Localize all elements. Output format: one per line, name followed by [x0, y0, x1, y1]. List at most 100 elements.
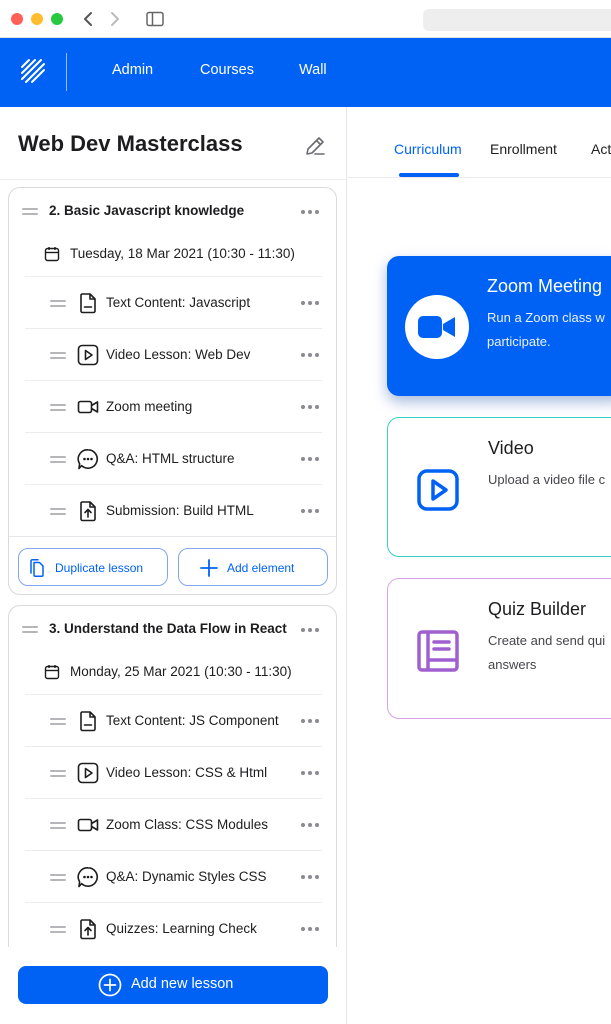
more-options-icon[interactable]: [301, 456, 321, 462]
zoom-badge: [405, 295, 469, 359]
upload-file-icon: [80, 501, 96, 522]
more-options-icon[interactable]: [301, 926, 321, 932]
add-lesson-bar: Add new lesson: [0, 947, 346, 1024]
video-play-icon: [417, 469, 459, 511]
drag-handle-icon[interactable]: [50, 716, 66, 726]
top-navigation-bar: Admin Courses Wall: [0, 38, 611, 107]
more-options-icon[interactable]: [301, 627, 321, 633]
tab-enrollment[interactable]: Enrollment: [490, 141, 557, 157]
upload-file-icon: [80, 919, 96, 940]
divider: [0, 179, 347, 180]
more-options-icon[interactable]: [301, 874, 321, 880]
drag-handle-icon[interactable]: [50, 454, 66, 464]
lesson-element-label: Zoom meeting: [106, 399, 193, 414]
drag-handle-icon[interactable]: [50, 768, 66, 778]
lesson-element-row[interactable]: Submission: Build HTML: [25, 484, 322, 536]
video-card[interactable]: Video Upload a video file c: [387, 417, 611, 557]
nav-admin[interactable]: Admin: [112, 62, 153, 78]
lesson-element-row[interactable]: Q&A: HTML structure: [25, 432, 322, 484]
back-arrow-icon[interactable]: [80, 8, 96, 30]
zoom-camera-icon: [418, 316, 455, 338]
play-icon: [77, 344, 99, 366]
topbar-divider: [66, 53, 67, 91]
card-title: Video: [488, 438, 534, 458]
lesson-element-row[interactable]: Text Content: Javascript: [25, 276, 322, 328]
duplicate-lesson-button[interactable]: Duplicate lesson: [18, 548, 168, 586]
card-description: Run a Zoom class w participate.: [487, 310, 605, 349]
drag-handle-icon[interactable]: [50, 402, 66, 412]
lesson-element-row[interactable]: Zoom Class: CSS Modules: [25, 798, 322, 850]
tab-curriculum[interactable]: Curriculum: [394, 141, 462, 157]
drag-handle-icon[interactable]: [22, 206, 38, 216]
lesson-card: 3. Understand the Data Flow in React Mon…: [8, 605, 337, 965]
drag-handle-icon[interactable]: [50, 872, 66, 882]
lesson-title: 3. Understand the Data Flow in React: [49, 621, 287, 636]
add-element-button[interactable]: Add element: [178, 548, 328, 586]
drag-handle-icon[interactable]: [50, 820, 66, 830]
lesson-element-label: Video Lesson: CSS & Html: [106, 765, 268, 780]
more-options-icon[interactable]: [301, 209, 321, 215]
card-description: Create and send qui answers: [488, 633, 606, 672]
lesson-date: Monday, 25 Mar 2021 (10:30 - 11:30): [9, 652, 336, 692]
tab-activity[interactable]: Act: [591, 141, 611, 157]
plus-icon: [200, 559, 218, 577]
address-bar[interactable]: [423, 9, 611, 31]
nav-wall[interactable]: Wall: [299, 62, 327, 78]
forward-arrow-icon[interactable]: [107, 8, 123, 30]
more-options-icon[interactable]: [301, 300, 321, 306]
drag-handle-icon[interactable]: [50, 506, 66, 516]
more-options-icon[interactable]: [301, 404, 321, 410]
drag-handle-icon[interactable]: [50, 924, 66, 934]
video-camera-icon: [77, 818, 99, 832]
more-options-icon[interactable]: [301, 770, 321, 776]
card-title: Zoom Meeting: [487, 276, 603, 296]
lesson-element-row[interactable]: Q&A: Dynamic Styles CSS: [25, 850, 322, 902]
chat-bubble-icon: [77, 449, 99, 470]
sidebar-toggle-icon[interactable]: [146, 11, 164, 27]
lesson-element-label: Zoom Class: CSS Modules: [106, 817, 269, 832]
maximize-window-button[interactable]: [51, 13, 63, 25]
window-chrome: [0, 0, 611, 38]
lesson-element-label: Q&A: HTML structure: [106, 451, 235, 466]
quiz-builder-card[interactable]: Quiz Builder Create and send qui answers: [387, 578, 611, 719]
calendar-icon: [44, 247, 60, 262]
duplicate-icon: [30, 559, 44, 577]
lesson-header[interactable]: 2. Basic Javascript knowledge: [9, 188, 336, 234]
add-new-lesson-label: Add new lesson: [131, 976, 234, 992]
active-tab-indicator: [399, 173, 459, 177]
more-options-icon[interactable]: [301, 508, 321, 514]
lesson-element-row[interactable]: Video Lesson: Web Dev: [25, 328, 322, 380]
drag-handle-icon[interactable]: [22, 624, 38, 634]
drag-handle-icon[interactable]: [50, 350, 66, 360]
lesson-date: Tuesday, 18 Mar 2021 (10:30 - 11:30): [9, 234, 336, 274]
lesson-header[interactable]: 3. Understand the Data Flow in React: [9, 606, 336, 652]
more-options-icon[interactable]: [301, 718, 321, 724]
lesson-actions: Duplicate lesson Add element: [9, 536, 336, 596]
lesson-element-label: Video Lesson: Web Dev: [106, 347, 251, 362]
lesson-element-row[interactable]: Zoom meeting: [25, 380, 322, 432]
lesson-element-label: Q&A: Dynamic Styles CSS: [106, 869, 267, 884]
lesson-element-row[interactable]: Video Lesson: CSS & Html: [25, 746, 322, 798]
lesson-date-text: Monday, 25 Mar 2021 (10:30 - 11:30): [70, 664, 292, 679]
edit-pencil-icon[interactable]: [302, 133, 328, 159]
add-new-lesson-button[interactable]: Add new lesson: [18, 966, 328, 1004]
close-window-button[interactable]: [11, 13, 23, 25]
chat-bubble-icon: [77, 867, 99, 888]
lesson-element-row[interactable]: Text Content: JS Component: [25, 694, 322, 746]
play-icon: [77, 762, 99, 784]
page-title: Web Dev Masterclass: [18, 131, 243, 156]
nav-courses[interactable]: Courses: [200, 62, 254, 78]
zoom-meeting-card[interactable]: Zoom Meeting Run a Zoom class w particip…: [387, 256, 611, 396]
brand-logo-icon[interactable]: [20, 58, 46, 84]
lesson-card: 2. Basic Javascript knowledge Tuesday, 1…: [8, 187, 337, 595]
plus-circle-icon: [98, 973, 122, 997]
more-options-icon[interactable]: [301, 822, 321, 828]
lesson-element-label: Text Content: Javascript: [106, 295, 251, 310]
add-element-label: Add element: [227, 561, 295, 575]
quiz-book-icon: [417, 630, 459, 672]
more-options-icon[interactable]: [301, 352, 321, 358]
drag-handle-icon[interactable]: [50, 298, 66, 308]
calendar-icon: [44, 665, 60, 680]
video-camera-icon: [77, 400, 99, 414]
minimize-window-button[interactable]: [31, 13, 43, 25]
